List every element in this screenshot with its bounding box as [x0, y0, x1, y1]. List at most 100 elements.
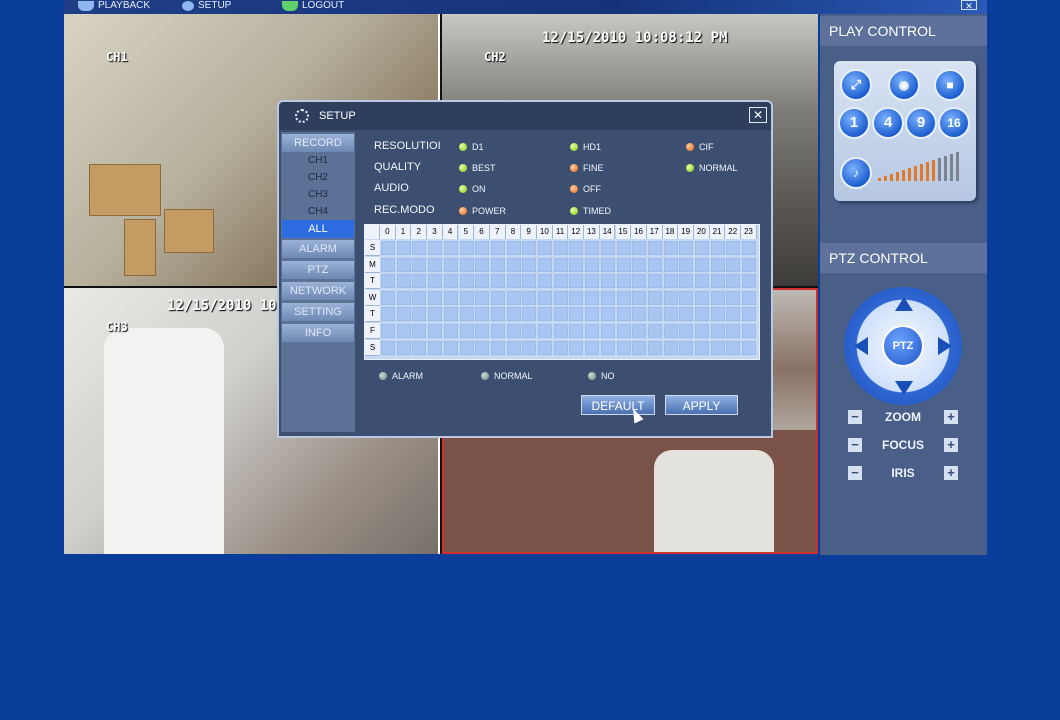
menu-item-alarm[interactable]: ALARM — [282, 240, 354, 258]
schedule-cell[interactable] — [647, 274, 662, 289]
schedule-cell[interactable] — [538, 257, 552, 272]
schedule-cell[interactable] — [412, 241, 427, 255]
schedule-cell[interactable] — [726, 324, 741, 338]
resolution-option-cif[interactable]: CIF — [686, 142, 714, 152]
rec-mode-option-power[interactable]: POWER — [459, 206, 506, 216]
schedule-cell[interactable] — [396, 290, 411, 305]
schedule-cell[interactable] — [538, 324, 552, 338]
schedule-cell[interactable] — [663, 257, 678, 272]
schedule-cell[interactable] — [412, 257, 427, 272]
quality-option-best[interactable]: BEST — [459, 163, 496, 173]
schedule-cell[interactable] — [522, 324, 537, 338]
schedule-cell[interactable] — [600, 274, 615, 289]
schedule-cell[interactable] — [616, 274, 631, 289]
schedule-cell[interactable] — [459, 307, 474, 322]
schedule-cell[interactable] — [396, 257, 411, 272]
schedule-cell[interactable] — [679, 241, 694, 255]
zoom-plus-button[interactable]: + — [944, 410, 958, 424]
schedule-cell[interactable] — [475, 324, 490, 338]
schedule-cell[interactable] — [616, 241, 631, 255]
schedule-cell[interactable] — [396, 241, 411, 255]
schedule-cell[interactable] — [663, 241, 678, 255]
focus-plus-button[interactable]: + — [944, 438, 958, 452]
schedule-cell[interactable] — [632, 307, 647, 322]
schedule-cell[interactable] — [726, 290, 741, 305]
ptz-left-icon[interactable] — [854, 337, 868, 355]
schedule-cell[interactable] — [569, 257, 584, 272]
schedule-cell[interactable] — [381, 340, 395, 355]
schedule-cell[interactable] — [522, 257, 537, 272]
close-icon[interactable]: ✕ — [961, 0, 977, 11]
ptz-up-icon[interactable] — [895, 297, 913, 311]
schedule-cell[interactable] — [569, 324, 584, 338]
schedule-cell[interactable] — [710, 241, 725, 255]
schedule-cell[interactable] — [443, 307, 458, 322]
record-sub-ch4[interactable]: CH4 — [281, 204, 355, 220]
schedule-cell[interactable] — [647, 257, 662, 272]
schedule-cell[interactable] — [742, 324, 757, 338]
schedule-cell[interactable] — [585, 307, 600, 322]
volume-icon[interactable]: ♪ — [840, 157, 872, 189]
focus-minus-button[interactable]: − — [848, 438, 862, 452]
schedule-cell[interactable] — [459, 340, 474, 355]
dialog-titlebar[interactable]: SETUP ✕ — [279, 102, 771, 130]
schedule-cell[interactable] — [710, 290, 725, 305]
schedule-cell[interactable] — [412, 290, 427, 305]
default-button[interactable]: DEFAULT — [581, 395, 655, 415]
schedule-cell[interactable] — [506, 257, 521, 272]
schedule-cell[interactable] — [428, 257, 443, 272]
schedule-cell[interactable] — [475, 307, 490, 322]
schedule-cell[interactable] — [679, 274, 694, 289]
record-schedule-grid[interactable]: 0 1 2 3 4 5 6 7 8 9 10 11 12 13 14 15 16 17 18 19 20 21 22 23 S M… — [364, 224, 760, 360]
schedule-cell[interactable] — [538, 274, 552, 289]
schedule-cell[interactable] — [616, 324, 631, 338]
video-record-icon[interactable]: ■ — [934, 69, 966, 101]
schedule-cell[interactable] — [585, 290, 600, 305]
ptz-right-icon[interactable] — [938, 337, 952, 355]
schedule-cell[interactable] — [428, 324, 443, 338]
playback-button[interactable]: PLAYBACK — [78, 0, 150, 12]
schedule-cell[interactable] — [726, 241, 741, 255]
schedule-cell[interactable] — [632, 257, 647, 272]
split-1-button[interactable]: 1 — [838, 107, 870, 139]
schedule-cell[interactable] — [679, 290, 694, 305]
schedule-cell[interactable] — [459, 257, 474, 272]
schedule-cell[interactable] — [459, 290, 474, 305]
schedule-cell[interactable] — [695, 274, 709, 289]
zoom-minus-button[interactable]: − — [848, 410, 862, 424]
schedule-cell[interactable] — [695, 241, 709, 255]
schedule-cell[interactable] — [585, 257, 600, 272]
volume-level-bars[interactable] — [878, 147, 970, 191]
schedule-cell[interactable] — [459, 274, 474, 289]
schedule-cell[interactable] — [538, 290, 552, 305]
quality-option-fine[interactable]: FINE — [570, 163, 604, 173]
schedule-cell[interactable] — [600, 340, 615, 355]
schedule-cell[interactable] — [600, 257, 615, 272]
schedule-cell[interactable] — [475, 290, 490, 305]
schedule-cell[interactable] — [742, 274, 757, 289]
schedule-cell[interactable] — [475, 257, 490, 272]
split-4-button[interactable]: 4 — [872, 107, 904, 139]
schedule-cell[interactable] — [600, 290, 615, 305]
iris-plus-button[interactable]: + — [944, 466, 958, 480]
schedule-cell[interactable] — [490, 274, 505, 289]
schedule-cell[interactable] — [538, 340, 552, 355]
schedule-cell[interactable] — [710, 274, 725, 289]
schedule-cell[interactable] — [679, 324, 694, 338]
schedule-cell[interactable] — [647, 324, 662, 338]
ptz-down-icon[interactable] — [895, 381, 913, 395]
schedule-cell[interactable] — [600, 241, 615, 255]
logout-button[interactable]: LOGOUT — [282, 0, 344, 12]
schedule-cell[interactable] — [679, 307, 694, 322]
menu-item-network[interactable]: NETWORK — [282, 282, 354, 300]
schedule-cell[interactable] — [726, 307, 741, 322]
schedule-cell[interactable] — [663, 307, 678, 322]
schedule-cell[interactable] — [490, 257, 505, 272]
schedule-cell[interactable] — [553, 340, 568, 355]
schedule-cell[interactable] — [632, 324, 647, 338]
schedule-cell[interactable] — [663, 324, 678, 338]
schedule-cell[interactable] — [475, 340, 490, 355]
schedule-cell[interactable] — [585, 241, 600, 255]
schedule-cell[interactable] — [443, 340, 458, 355]
schedule-cell[interactable] — [647, 340, 662, 355]
